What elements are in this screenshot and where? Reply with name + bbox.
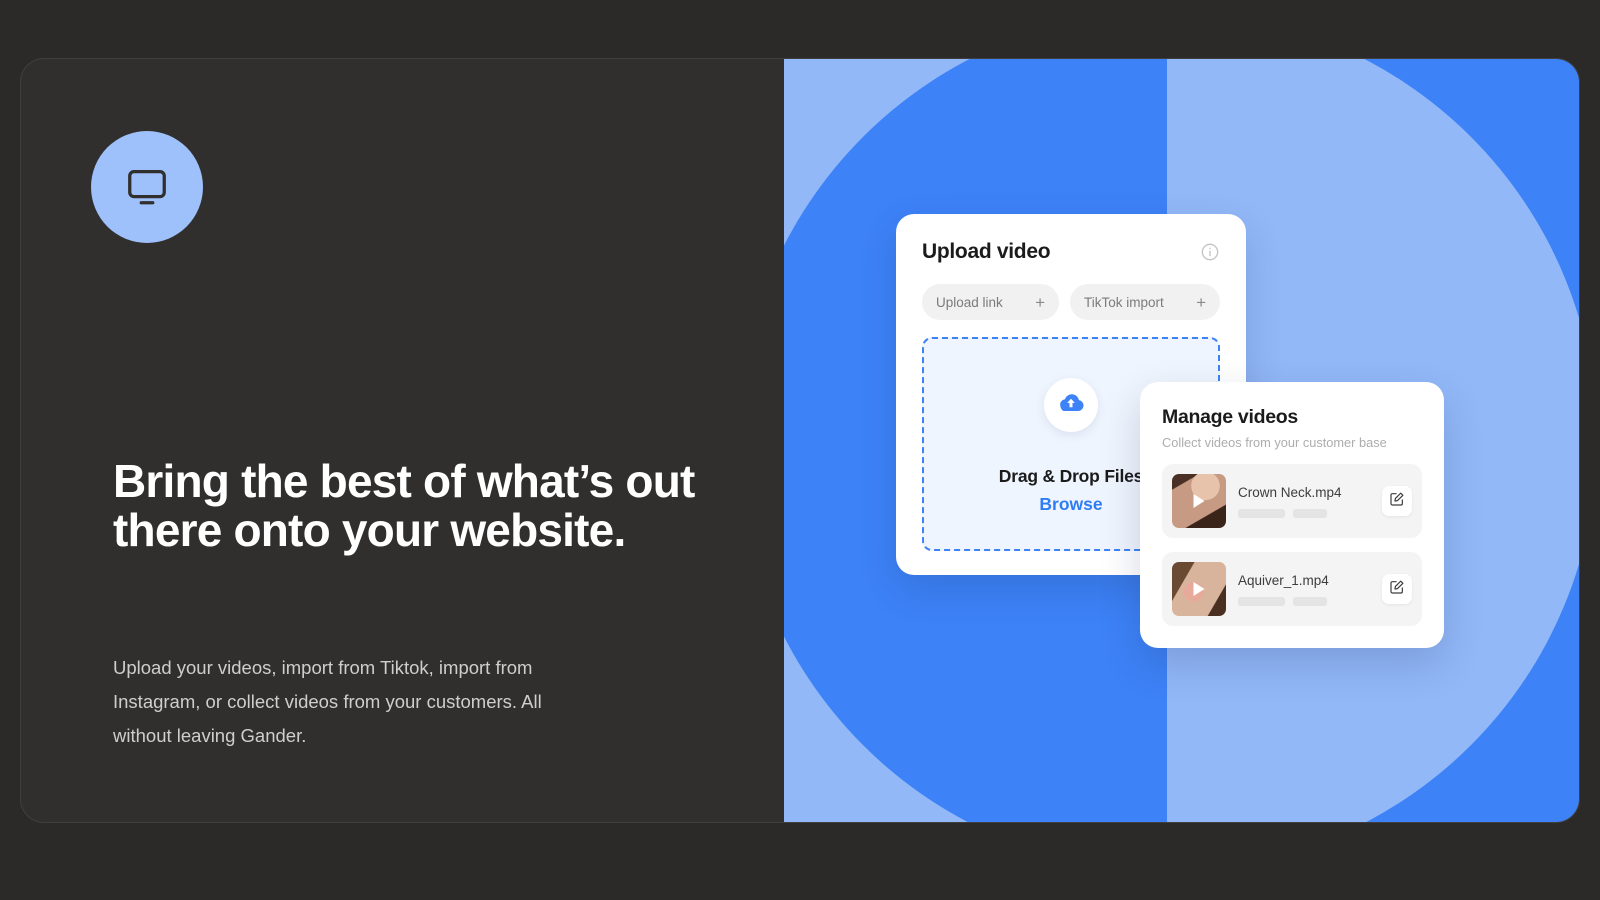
tiktok-import-button[interactable]: TikTok import + <box>1070 284 1220 320</box>
video-row-details: Crown Neck.mp4 <box>1238 485 1370 518</box>
play-icon <box>1193 494 1205 508</box>
edit-video-button[interactable] <box>1382 574 1412 604</box>
cloud-upload-button[interactable] <box>1044 377 1098 432</box>
edit-pencil-icon <box>1389 491 1405 512</box>
video-list-item[interactable]: Crown Neck.mp4 <box>1162 464 1422 538</box>
monitor-icon-badge <box>91 131 203 243</box>
plus-icon: + <box>1196 292 1206 312</box>
tiktok-import-label: TikTok import <box>1084 294 1164 310</box>
skeleton-bar <box>1293 596 1327 606</box>
metadata-placeholders <box>1238 596 1370 606</box>
video-filename: Crown Neck.mp4 <box>1238 484 1342 500</box>
import-options-row: Upload link + TikTok import + <box>922 284 1220 320</box>
video-filename: Aquiver_1.mp4 <box>1238 572 1329 588</box>
edit-video-button[interactable] <box>1382 486 1412 516</box>
video-list-item[interactable]: Aquiver_1.mp4 <box>1162 552 1422 626</box>
upload-card-header: Upload video <box>922 240 1220 264</box>
info-circle-icon[interactable] <box>1200 242 1220 262</box>
upload-card-title: Upload video <box>922 240 1051 263</box>
video-thumbnail[interactable] <box>1172 562 1226 616</box>
video-row-details: Aquiver_1.mp4 <box>1238 573 1370 606</box>
hero-description: Upload your videos, import from Tiktok, … <box>113 657 542 747</box>
plus-icon: + <box>1035 292 1046 312</box>
skeleton-bar <box>1293 508 1327 518</box>
metadata-placeholders <box>1238 508 1370 518</box>
hero-panel: Bring the best of what’s out there onto … <box>20 58 1580 823</box>
monitor-icon <box>124 164 170 210</box>
skeleton-bar <box>1238 508 1285 518</box>
play-icon <box>1193 582 1205 596</box>
manage-videos-card: Manage videos Collect videos from your c… <box>1140 382 1444 648</box>
upload-link-label: Upload link <box>936 294 1003 310</box>
manage-card-subtitle: Collect videos from your customer base <box>1162 435 1387 450</box>
dropzone-primary-text: Drag & Drop Files <box>998 465 1144 486</box>
cloud-upload-icon <box>1056 387 1086 422</box>
hero-left-column: Bring the best of what’s out there onto … <box>21 59 784 822</box>
manage-card-title: Manage videos <box>1162 406 1298 428</box>
upload-link-button[interactable]: Upload link + <box>922 284 1060 320</box>
video-thumbnail[interactable] <box>1172 474 1226 528</box>
skeleton-bar <box>1238 596 1285 606</box>
hero-illustration: Upload video Upload link + TikTok import <box>784 59 1579 822</box>
page-title: Bring the best of what’s out there onto … <box>113 455 695 557</box>
edit-pencil-icon <box>1389 579 1405 600</box>
browse-link[interactable]: Browse <box>1039 494 1102 515</box>
